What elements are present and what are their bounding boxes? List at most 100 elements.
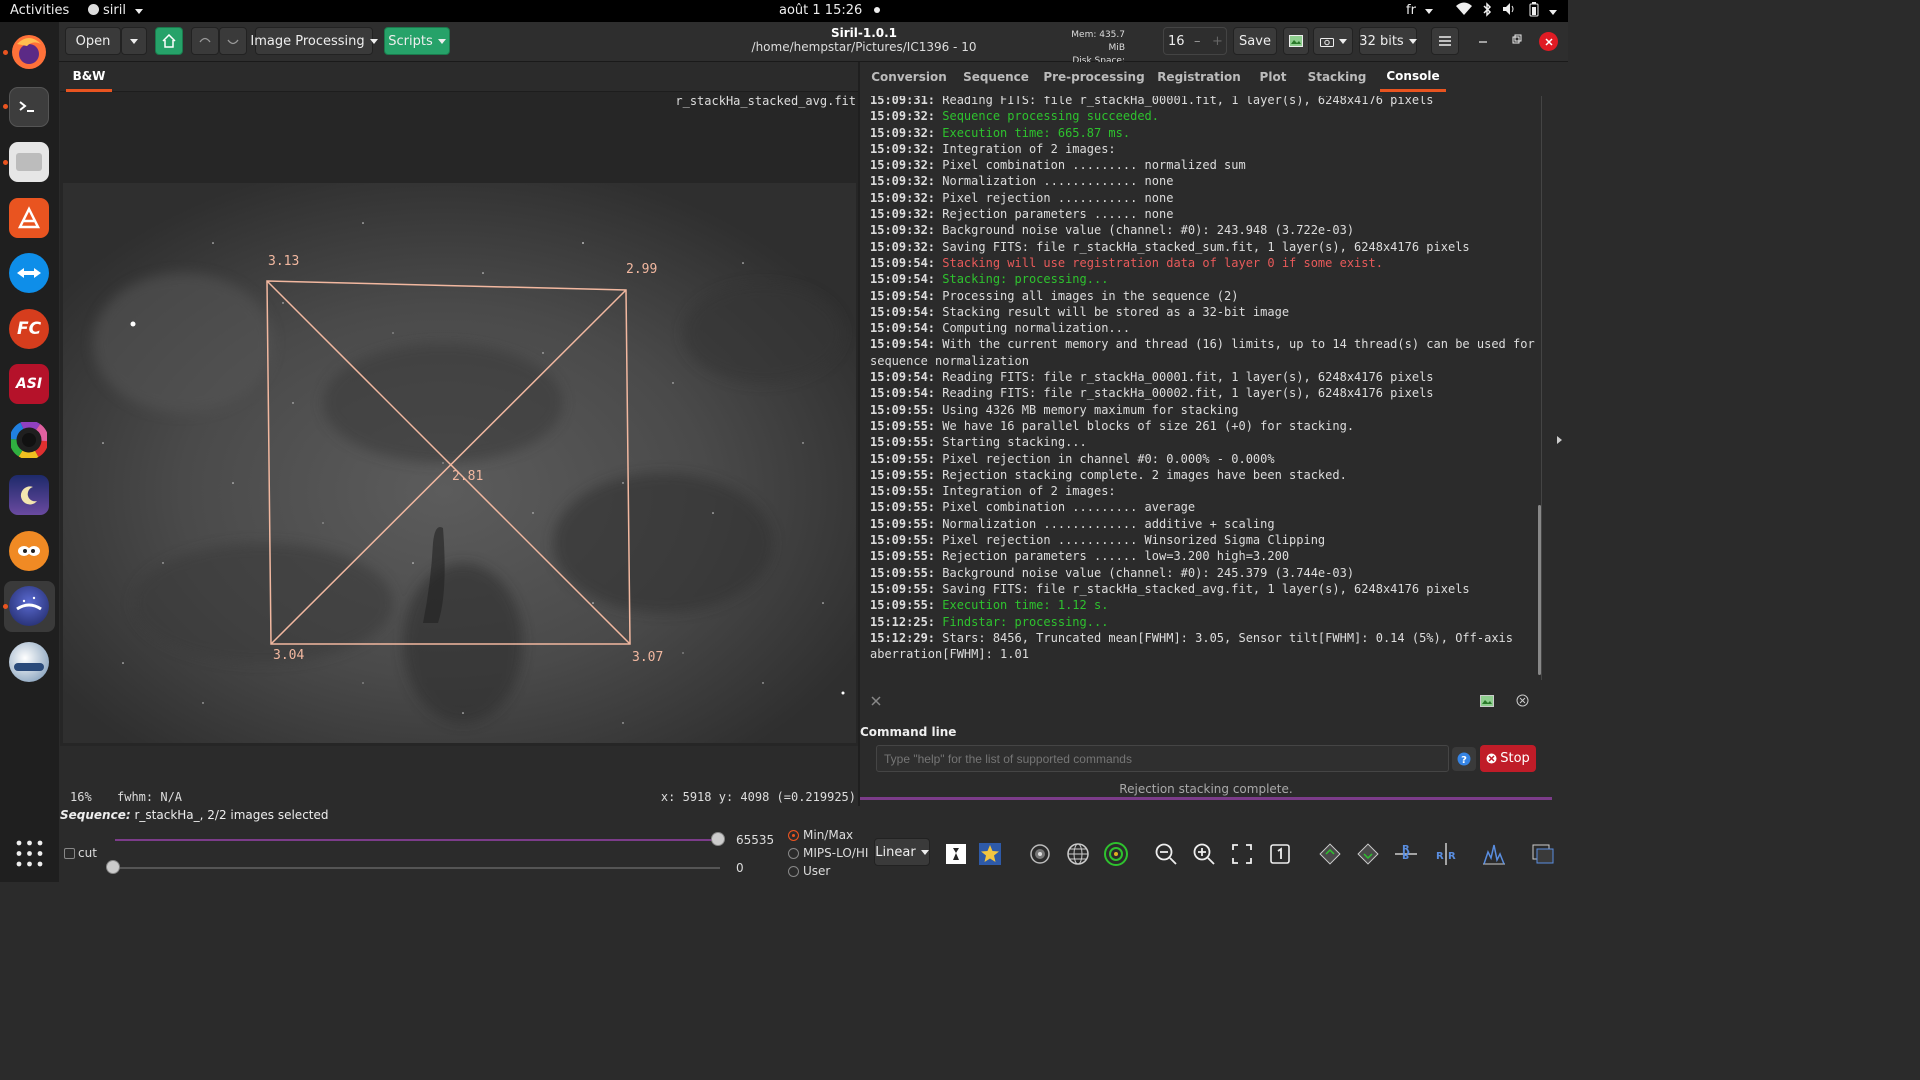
scale-mode-dropdown[interactable]: Linear	[874, 838, 930, 866]
app-grid-icon[interactable]	[16, 840, 43, 867]
console-line: 15:09:55: Integration of 2 images:	[866, 483, 1540, 499]
svg-text:?: ?	[1461, 755, 1467, 766]
minimize-icon[interactable]	[1477, 32, 1489, 56]
software-center-icon[interactable]	[9, 198, 49, 238]
cut-checkbox[interactable]	[64, 848, 75, 859]
volume-icon[interactable]	[1502, 2, 1518, 20]
console-message: Saving FITS: file r_stackHa_stacked_avg.…	[935, 581, 1470, 596]
plus-icon[interactable]: +	[1212, 34, 1223, 49]
tab-sequence[interactable]: Sequence	[962, 62, 1030, 92]
console-scrollbar[interactable]	[1538, 505, 1541, 675]
power-menu[interactable]	[1544, 4, 1557, 19]
zoom-one-icon[interactable]	[1266, 840, 1294, 868]
freecad-icon[interactable]: FC	[9, 309, 49, 349]
minus-icon[interactable]: –	[1194, 34, 1201, 49]
plate-solve-icon[interactable]	[1026, 840, 1054, 868]
mirror-y-icon[interactable]: RR	[1432, 840, 1460, 868]
console-log[interactable]: 15:09:31: Reading FITS: file r_stackHa_0…	[866, 96, 1540, 680]
teamviewer-icon[interactable]	[9, 253, 49, 293]
stop-log-icon[interactable]	[1516, 692, 1529, 711]
chevron-down-icon	[369, 38, 378, 44]
tab-plot[interactable]: Plot	[1256, 62, 1290, 92]
zoom-out-icon[interactable]	[1152, 840, 1180, 868]
tab-stacking[interactable]: Stacking	[1306, 62, 1368, 92]
scripts-menu[interactable]: Scripts	[384, 27, 450, 55]
save-button[interactable]: Save	[1233, 27, 1277, 55]
firefox-icon[interactable]	[9, 32, 49, 72]
battery-icon[interactable]	[1528, 2, 1540, 21]
low-slider-track[interactable]	[115, 867, 720, 869]
close-window-button[interactable]	[1539, 32, 1558, 51]
color-wheel-icon[interactable]	[9, 420, 49, 460]
home-button[interactable]	[155, 27, 183, 55]
globe-icon[interactable]	[1064, 840, 1092, 868]
tab-registration[interactable]: Registration	[1157, 62, 1241, 92]
asi-studio-icon[interactable]: ASI	[9, 364, 49, 404]
files-icon[interactable]	[9, 142, 49, 182]
console-message: Saving FITS: file r_stackHa_stacked_sum.…	[935, 239, 1470, 254]
console-timestamp: 15:12:25:	[870, 614, 936, 629]
console-line: 15:09:55: Execution time: 1.12 s.	[866, 597, 1540, 613]
redo-button[interactable]	[219, 27, 247, 55]
tab-console[interactable]: Console	[1380, 62, 1446, 92]
activities-button[interactable]: Activities	[10, 3, 69, 18]
help-button[interactable]: ?	[1452, 747, 1476, 771]
command-input[interactable]	[876, 745, 1449, 772]
undo-icon	[199, 37, 211, 43]
pane-divider[interactable]	[858, 62, 860, 806]
rotate-right-icon[interactable]	[1354, 840, 1382, 868]
bit-depth-menu[interactable]: 32 bits	[1359, 27, 1417, 55]
snapshot-button[interactable]	[1283, 27, 1309, 55]
app-menu[interactable]: siril	[88, 3, 144, 18]
high-slider-track[interactable]	[115, 839, 720, 841]
console-timestamp: 15:09:55:	[870, 565, 936, 580]
autostretch-icon[interactable]	[942, 840, 970, 868]
radio-user[interactable]	[788, 866, 799, 877]
tab-bw[interactable]: B&W	[66, 62, 112, 92]
wifi-icon[interactable]	[1456, 2, 1472, 20]
rotate-left-icon[interactable]	[1316, 840, 1344, 868]
keyboard-layout-indicator[interactable]: fr	[1406, 3, 1434, 18]
threads-spinner[interactable]: 16 – +	[1163, 27, 1227, 55]
image-processing-menu[interactable]: Image Processing	[250, 27, 378, 55]
astro-image[interactable]: 3.13 2.99 2.81 3.04 3.07	[63, 183, 856, 743]
bluetooth-icon[interactable]	[1482, 2, 1492, 21]
zoom-fit-icon[interactable]	[1228, 840, 1256, 868]
tux-game-icon[interactable]	[9, 531, 49, 571]
tab-conversion[interactable]: Conversion	[870, 62, 948, 92]
image-info-icon[interactable]	[1530, 840, 1558, 868]
console-timestamp: 15:09:55:	[870, 581, 936, 596]
clock[interactable]: août 1 15:26	[779, 3, 881, 18]
terminal-icon[interactable]	[9, 87, 49, 127]
stellarium-icon[interactable]	[9, 642, 49, 682]
radio-minmax[interactable]	[788, 830, 799, 841]
screenshot-menu[interactable]	[1313, 27, 1353, 55]
stop-button[interactable]: Stop	[1480, 745, 1536, 772]
main-menu-button[interactable]	[1431, 27, 1459, 55]
pseudo-color-star-icon[interactable]	[976, 840, 1004, 868]
tab-pre-processing[interactable]: Pre-processing	[1043, 62, 1144, 92]
clear-console-icon[interactable]	[870, 692, 882, 711]
stop-icon	[1486, 753, 1497, 764]
save-log-icon[interactable]	[1480, 692, 1494, 711]
running-indicator	[3, 160, 8, 165]
siril-icon[interactable]	[9, 586, 49, 626]
low-slider-handle[interactable]	[106, 860, 120, 874]
open-button[interactable]: Open	[65, 27, 121, 55]
histogram-icon[interactable]	[1480, 840, 1508, 868]
image-viewer[interactable]: r_stackHa_stacked_avg.fit 3.13 2.99 2.81…	[60, 92, 858, 746]
console-message: Starting stacking...	[935, 435, 1087, 450]
night-sky-icon[interactable]	[9, 475, 49, 515]
recent-files-button[interactable]	[121, 27, 147, 55]
console-message: Execution time: 1.12 s.	[935, 598, 1109, 613]
zoom-in-icon[interactable]	[1190, 840, 1218, 868]
target-icon[interactable]	[1102, 840, 1130, 868]
mirror-x-icon[interactable]: RR	[1392, 840, 1420, 868]
restore-icon[interactable]	[1510, 32, 1522, 56]
tilt-label-bottom-left: 3.04	[273, 648, 304, 663]
console-message: Reading FITS: file r_stackHa_00001.fit, …	[935, 96, 1434, 107]
expand-panel-arrow-icon[interactable]	[1556, 430, 1564, 449]
high-slider-handle[interactable]	[711, 832, 725, 846]
radio-mips[interactable]	[788, 848, 799, 859]
undo-button[interactable]	[191, 27, 219, 55]
